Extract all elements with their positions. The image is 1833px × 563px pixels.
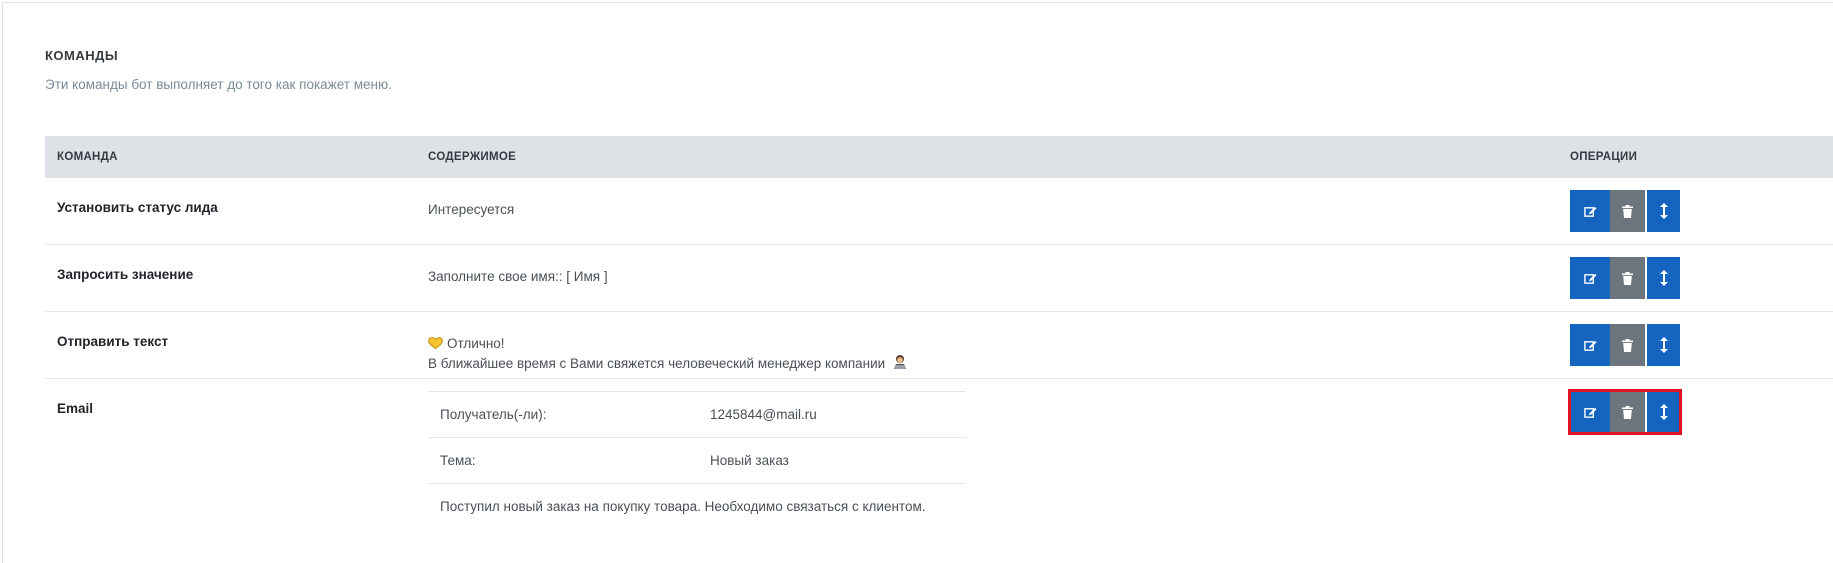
- table-row: Запросить значение Заполните свое имя:: …: [45, 245, 1833, 312]
- trash-icon: [1622, 204, 1633, 218]
- trash-icon: [1622, 271, 1633, 285]
- edit-icon: [1583, 407, 1597, 418]
- section-title: КОМАНДЫ: [45, 48, 119, 63]
- row-operations: [1570, 190, 1680, 232]
- command-content: Заполните свое имя:: [ Имя ]: [428, 269, 608, 284]
- move-button[interactable]: [1647, 257, 1680, 299]
- email-body-row: Поступил новый заказ на покупку товара. …: [428, 483, 966, 529]
- command-content: Отлично! В ближайшее время с Вами свяжет…: [428, 334, 912, 374]
- edit-icon: [1583, 340, 1597, 351]
- row-operations: [1570, 324, 1680, 366]
- commands-panel: КОМАНДЫ Эти команды бот выполняет до тог…: [2, 2, 1833, 563]
- edit-button[interactable]: [1570, 257, 1610, 299]
- edit-icon: [1583, 206, 1597, 217]
- move-button[interactable]: [1647, 391, 1680, 433]
- header-operations: ОПЕРАЦИИ: [1570, 151, 1638, 163]
- table-row: Email Получатель(-ли): 1245844@mail.ru Т…: [45, 379, 1833, 549]
- email-details: Получатель(-ли): 1245844@mail.ru Тема: Н…: [428, 391, 966, 529]
- drag-vertical-icon: [1659, 203, 1668, 219]
- email-body: Поступил новый заказ на покупку товара. …: [440, 499, 926, 514]
- edit-button[interactable]: [1570, 190, 1610, 232]
- table-row: Установить статус лида Интересуется: [45, 178, 1833, 245]
- drag-vertical-icon: [1659, 404, 1668, 420]
- person-at-laptop-icon: [893, 355, 906, 369]
- table-header: КОМАНДА СОДЕРЖИМОЕ ОПЕРАЦИИ: [45, 136, 1833, 178]
- edit-button[interactable]: [1570, 324, 1610, 366]
- email-recipient-row: Получатель(-ли): 1245844@mail.ru: [428, 391, 966, 437]
- content-line-2: В ближайшее время с Вами свяжется челове…: [428, 356, 886, 371]
- command-name: Запросить значение: [57, 267, 194, 282]
- delete-button[interactable]: [1610, 257, 1645, 299]
- email-subject-row: Тема: Новый заказ: [428, 437, 966, 483]
- command-name: Установить статус лида: [57, 200, 218, 215]
- section-subtitle: Эти команды бот выполняет до того как по…: [45, 77, 392, 92]
- edit-icon: [1583, 273, 1597, 284]
- move-button[interactable]: [1647, 190, 1680, 232]
- subject-value: Новый заказ: [710, 453, 789, 468]
- trash-icon: [1622, 338, 1633, 352]
- command-name: Отправить текст: [57, 334, 169, 349]
- delete-button[interactable]: [1610, 324, 1645, 366]
- row-operations: [1568, 389, 1682, 435]
- trash-icon: [1622, 405, 1633, 419]
- yellow-heart-icon: [428, 337, 443, 350]
- drag-vertical-icon: [1659, 270, 1668, 286]
- subject-label: Тема:: [440, 453, 476, 468]
- header-command: КОМАНДА: [57, 151, 118, 163]
- move-button[interactable]: [1647, 324, 1680, 366]
- delete-button[interactable]: [1610, 391, 1645, 433]
- content-line-1: Отлично!: [447, 336, 505, 351]
- recipient-value: 1245844@mail.ru: [710, 407, 817, 422]
- recipient-label: Получатель(-ли):: [440, 407, 547, 422]
- drag-vertical-icon: [1659, 337, 1668, 353]
- row-operations: [1570, 257, 1680, 299]
- command-content: Интересуется: [428, 202, 515, 217]
- header-content: СОДЕРЖИМОЕ: [428, 151, 517, 163]
- table-row: Отправить текст Отлично! В ближайшее вре…: [45, 312, 1833, 379]
- edit-button[interactable]: [1570, 391, 1610, 433]
- delete-button[interactable]: [1610, 190, 1645, 232]
- command-name: Email: [57, 401, 94, 416]
